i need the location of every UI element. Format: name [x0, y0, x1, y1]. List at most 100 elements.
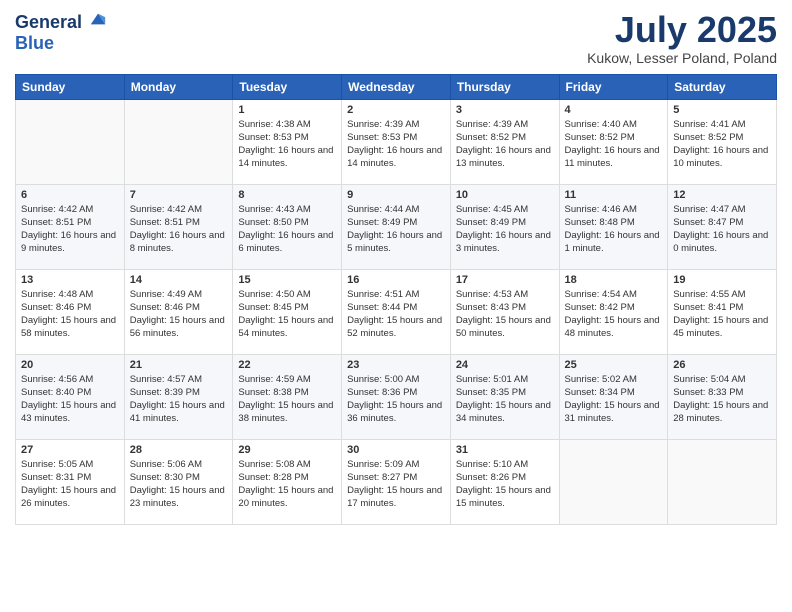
- day-detail: Sunrise: 4:49 AM Sunset: 8:46 PM Dayligh…: [130, 288, 228, 341]
- day-cell: 19Sunrise: 4:55 AM Sunset: 8:41 PM Dayli…: [668, 269, 777, 354]
- day-number: 17: [456, 274, 554, 286]
- header: General Blue July 2025 Kukow, Lesser Pol…: [15, 10, 777, 66]
- weekday-header-monday: Monday: [124, 74, 233, 99]
- day-detail: Sunrise: 4:59 AM Sunset: 8:38 PM Dayligh…: [238, 373, 336, 426]
- day-cell: 9Sunrise: 4:44 AM Sunset: 8:49 PM Daylig…: [342, 184, 451, 269]
- day-cell: 5 Sunrise: 4:41 AM Sunset: 8:52 PM Daylig…: [668, 99, 777, 184]
- day-detail: Sunrise: 5:06 AM Sunset: 8:30 PM Dayligh…: [130, 458, 228, 511]
- week-row-5: 27Sunrise: 5:05 AM Sunset: 8:31 PM Dayli…: [16, 439, 777, 524]
- day-number: 10: [456, 189, 554, 201]
- weekday-header-thursday: Thursday: [450, 74, 559, 99]
- day-detail: Sunrise: 4:48 AM Sunset: 8:46 PM Dayligh…: [21, 288, 119, 341]
- logo-blue: Blue: [15, 33, 107, 54]
- day-detail: Sunrise: 5:01 AM Sunset: 8:35 PM Dayligh…: [456, 373, 554, 426]
- day-detail: Sunrise: 5:04 AM Sunset: 8:33 PM Dayligh…: [673, 373, 771, 426]
- day-cell: 26 Sunrise: 5:04 AM Sunset: 8:33 PM Dayli…: [668, 354, 777, 439]
- day-number: 25: [565, 359, 663, 371]
- day-cell: 27Sunrise: 5:05 AM Sunset: 8:31 PM Dayli…: [16, 439, 125, 524]
- day-number: 3: [456, 104, 554, 116]
- day-cell: 24 Sunrise: 5:01 AM Sunset: 8:35 PM Dayli…: [450, 354, 559, 439]
- week-row-2: 6 Sunrise: 4:42 AM Sunset: 8:51 PM Daylig…: [16, 184, 777, 269]
- day-number: 15: [238, 274, 336, 286]
- week-row-1: 1 Sunrise: 4:38 AM Sunset: 8:53 PM Daylig…: [16, 99, 777, 184]
- day-detail: Sunrise: 4:50 AM Sunset: 8:45 PM Dayligh…: [238, 288, 336, 341]
- weekday-header-sunday: Sunday: [16, 74, 125, 99]
- day-cell: 1 Sunrise: 4:38 AM Sunset: 8:53 PM Daylig…: [233, 99, 342, 184]
- day-detail: Sunrise: 4:53 AM Sunset: 8:43 PM Dayligh…: [456, 288, 554, 341]
- day-number: 6: [21, 189, 119, 201]
- day-number: 18: [565, 274, 663, 286]
- day-number: 13: [21, 274, 119, 286]
- day-number: 22: [238, 359, 336, 371]
- day-detail: Sunrise: 4:55 AM Sunset: 8:41 PM Dayligh…: [673, 288, 771, 341]
- day-cell: 11Sunrise: 4:46 AM Sunset: 8:48 PM Dayli…: [559, 184, 668, 269]
- day-number: 20: [21, 359, 119, 371]
- day-cell: 22 Sunrise: 4:59 AM Sunset: 8:38 PM Dayli…: [233, 354, 342, 439]
- day-number: 26: [673, 359, 771, 371]
- day-cell: 29Sunrise: 5:08 AM Sunset: 8:28 PM Dayli…: [233, 439, 342, 524]
- week-row-3: 13 Sunrise: 4:48 AM Sunset: 8:46 PM Dayli…: [16, 269, 777, 354]
- weekday-header-row: SundayMondayTuesdayWednesdayThursdayFrid…: [16, 74, 777, 99]
- day-cell: 31 Sunrise: 5:10 AM Sunset: 8:26 PM Dayli…: [450, 439, 559, 524]
- day-detail: Sunrise: 5:09 AM Sunset: 8:27 PM Dayligh…: [347, 458, 445, 511]
- day-number: 1: [238, 104, 336, 116]
- day-number: 28: [130, 444, 228, 456]
- day-number: 24: [456, 359, 554, 371]
- day-cell: 17 Sunrise: 4:53 AM Sunset: 8:43 PM Dayli…: [450, 269, 559, 354]
- page: General Blue July 2025 Kukow, Lesser Pol…: [0, 0, 792, 612]
- day-cell: 18 Sunrise: 4:54 AM Sunset: 8:42 PM Dayli…: [559, 269, 668, 354]
- day-number: 23: [347, 359, 445, 371]
- day-number: 30: [347, 444, 445, 456]
- day-detail: Sunrise: 4:54 AM Sunset: 8:42 PM Dayligh…: [565, 288, 663, 341]
- day-cell: [668, 439, 777, 524]
- day-cell: 28 Sunrise: 5:06 AM Sunset: 8:30 PM Dayli…: [124, 439, 233, 524]
- day-cell: [16, 99, 125, 184]
- day-cell: 21 Sunrise: 4:57 AM Sunset: 8:39 PM Dayli…: [124, 354, 233, 439]
- day-cell: [124, 99, 233, 184]
- day-number: 5: [673, 104, 771, 116]
- title-block: July 2025 Kukow, Lesser Poland, Poland: [587, 10, 777, 66]
- day-number: 29: [238, 444, 336, 456]
- day-detail: Sunrise: 5:10 AM Sunset: 8:26 PM Dayligh…: [456, 458, 554, 511]
- day-cell: 30 Sunrise: 5:09 AM Sunset: 8:27 PM Dayli…: [342, 439, 451, 524]
- day-number: 4: [565, 104, 663, 116]
- day-cell: 10 Sunrise: 4:45 AM Sunset: 8:49 PM Dayli…: [450, 184, 559, 269]
- day-number: 31: [456, 444, 554, 456]
- day-detail: Sunrise: 4:42 AM Sunset: 8:51 PM Dayligh…: [21, 203, 119, 256]
- day-cell: 7Sunrise: 4:42 AM Sunset: 8:51 PM Daylig…: [124, 184, 233, 269]
- day-number: 2: [347, 104, 445, 116]
- day-detail: Sunrise: 4:39 AM Sunset: 8:53 PM Dayligh…: [347, 118, 445, 171]
- day-detail: Sunrise: 5:02 AM Sunset: 8:34 PM Dayligh…: [565, 373, 663, 426]
- logo-text: General: [15, 10, 107, 33]
- day-detail: Sunrise: 4:51 AM Sunset: 8:44 PM Dayligh…: [347, 288, 445, 341]
- weekday-header-wednesday: Wednesday: [342, 74, 451, 99]
- day-number: 8: [238, 189, 336, 201]
- day-number: 12: [673, 189, 771, 201]
- day-detail: Sunrise: 4:46 AM Sunset: 8:48 PM Dayligh…: [565, 203, 663, 256]
- day-cell: 25 Sunrise: 5:02 AM Sunset: 8:34 PM Dayli…: [559, 354, 668, 439]
- day-number: 7: [130, 189, 228, 201]
- day-cell: 20Sunrise: 4:56 AM Sunset: 8:40 PM Dayli…: [16, 354, 125, 439]
- logo-icon: [89, 10, 107, 28]
- day-number: 14: [130, 274, 228, 286]
- day-detail: Sunrise: 4:43 AM Sunset: 8:50 PM Dayligh…: [238, 203, 336, 256]
- day-cell: 16 Sunrise: 4:51 AM Sunset: 8:44 PM Dayli…: [342, 269, 451, 354]
- month-title: July 2025: [587, 10, 777, 50]
- day-detail: Sunrise: 4:38 AM Sunset: 8:53 PM Dayligh…: [238, 118, 336, 171]
- day-cell: 14 Sunrise: 4:49 AM Sunset: 8:46 PM Dayli…: [124, 269, 233, 354]
- day-detail: Sunrise: 4:57 AM Sunset: 8:39 PM Dayligh…: [130, 373, 228, 426]
- day-cell: 13 Sunrise: 4:48 AM Sunset: 8:46 PM Dayli…: [16, 269, 125, 354]
- day-detail: Sunrise: 4:45 AM Sunset: 8:49 PM Dayligh…: [456, 203, 554, 256]
- day-number: 21: [130, 359, 228, 371]
- day-number: 16: [347, 274, 445, 286]
- day-cell: 15 Sunrise: 4:50 AM Sunset: 8:45 PM Dayli…: [233, 269, 342, 354]
- day-number: 27: [21, 444, 119, 456]
- day-detail: Sunrise: 4:41 AM Sunset: 8:52 PM Dayligh…: [673, 118, 771, 171]
- day-detail: Sunrise: 5:00 AM Sunset: 8:36 PM Dayligh…: [347, 373, 445, 426]
- day-detail: Sunrise: 4:44 AM Sunset: 8:49 PM Dayligh…: [347, 203, 445, 256]
- weekday-header-tuesday: Tuesday: [233, 74, 342, 99]
- calendar: SundayMondayTuesdayWednesdayThursdayFrid…: [15, 74, 777, 525]
- day-cell: 2 Sunrise: 4:39 AM Sunset: 8:53 PM Daylig…: [342, 99, 451, 184]
- logo: General Blue: [15, 10, 107, 54]
- location-title: Kukow, Lesser Poland, Poland: [587, 50, 777, 66]
